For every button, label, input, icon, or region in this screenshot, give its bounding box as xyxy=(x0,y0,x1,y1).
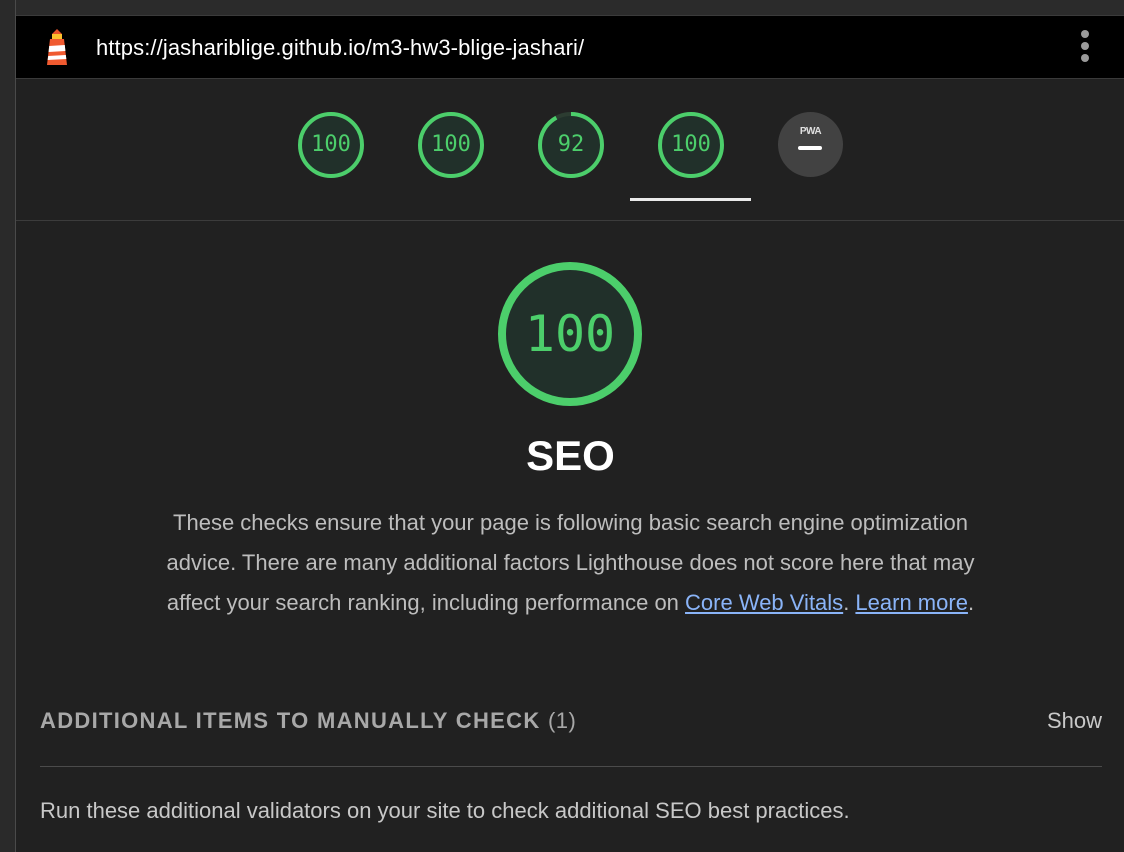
more-vert-icon[interactable] xyxy=(1077,30,1093,66)
gauge-score: 100 xyxy=(311,132,351,157)
report-url: https://jashariblige.github.io/m3-hw3-bl… xyxy=(96,35,585,60)
manual-check-title: ADDITIONAL ITEMS TO MANUALLY CHECK xyxy=(40,708,541,733)
show-button[interactable]: Show xyxy=(1047,708,1102,734)
gauge-accessibility[interactable]: 100 xyxy=(418,112,484,178)
score-gauges: 100 100 92 100 PWA xyxy=(16,79,1124,201)
learn-more-link[interactable]: Learn more xyxy=(855,590,968,615)
top-strip xyxy=(16,0,1124,16)
gauge-performance[interactable]: 100 xyxy=(298,112,364,178)
lighthouse-report-window: https://jashariblige.github.io/m3-hw3-bl… xyxy=(15,0,1124,852)
lighthouse-icon xyxy=(47,29,67,65)
active-tab-indicator xyxy=(630,198,751,201)
divider xyxy=(40,766,1102,767)
url-bar: https://jashariblige.github.io/m3-hw3-bl… xyxy=(16,16,1124,79)
description-separator: . xyxy=(843,590,856,615)
divider xyxy=(16,220,1124,221)
gauge-best-practices[interactable]: 92 xyxy=(538,112,604,178)
gauge-score: 100 xyxy=(431,132,471,157)
core-web-vitals-link[interactable]: Core Web Vitals xyxy=(685,590,843,615)
manual-check-header[interactable]: ADDITIONAL ITEMS TO MANUALLY CHECK (1) xyxy=(40,708,576,734)
manual-check-description: Run these additional validators on your … xyxy=(40,798,850,823)
gauge-seo[interactable]: 100 xyxy=(658,112,724,178)
gauge-score: 100 xyxy=(671,132,711,157)
category-description: These checks ensure that your page is fo… xyxy=(166,503,975,623)
pwa-label: PWA xyxy=(799,126,822,137)
manual-check-count: (1) xyxy=(547,708,577,733)
gauge-score: 92 xyxy=(557,132,585,157)
category-gauge: 100 xyxy=(498,262,642,406)
gauge-pwa[interactable]: PWA xyxy=(778,112,843,177)
dash-icon xyxy=(798,146,822,150)
category-title: SEO xyxy=(526,432,615,479)
description-end: . xyxy=(967,590,975,615)
category-score: 100 xyxy=(524,305,616,363)
